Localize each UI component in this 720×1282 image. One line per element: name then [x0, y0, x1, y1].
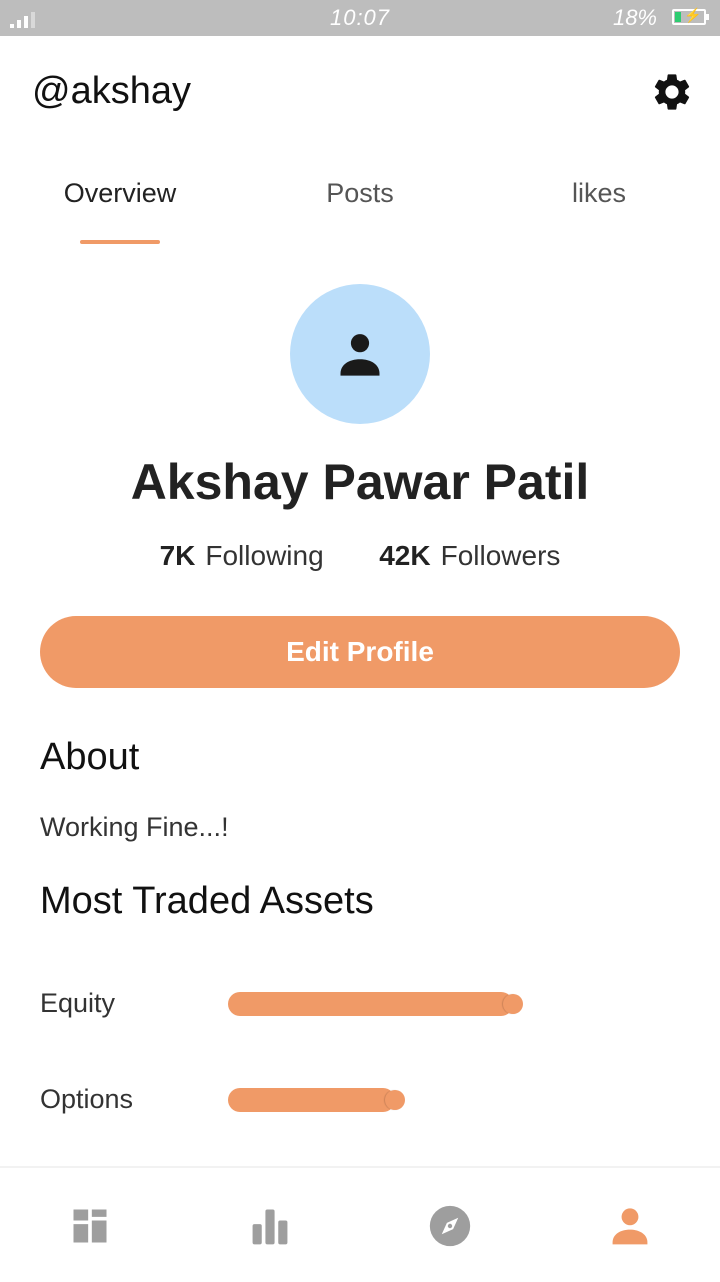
settings-button[interactable] [650, 70, 694, 114]
asset-bar-options [228, 1088, 395, 1112]
following-count: 7K [159, 540, 196, 571]
nav-profile[interactable] [608, 1204, 652, 1248]
tab-likes[interactable]: likes [519, 178, 679, 209]
followers-stat[interactable]: 42K Followers [379, 540, 560, 571]
nav-explore[interactable] [428, 1204, 472, 1248]
followers-count: 42K [379, 540, 431, 571]
asset-label-options: Options [40, 1084, 134, 1114]
status-bar: 10:07 18% ⚡ [0, 0, 720, 36]
asset-label-equity: Equity [40, 988, 116, 1018]
username-title: @akshay [32, 70, 191, 112]
followers-label: Followers [440, 540, 561, 571]
battery-percentage: 18% [612, 5, 657, 30]
asset-bar-knob-equity [503, 994, 523, 1014]
tab-posts[interactable]: Posts [280, 178, 440, 209]
assets-heading: Most Traded Assets [40, 880, 374, 922]
profile-name: Akshay Pawar Patil [130, 454, 590, 510]
about-heading: About [40, 736, 140, 778]
follow-stats: 7K Following 42K Followers [0, 540, 720, 572]
following-label: Following [205, 540, 324, 571]
nav-stats[interactable] [248, 1204, 292, 1248]
nav-dashboard[interactable] [68, 1204, 112, 1248]
about-text: Working Fine...! [40, 812, 229, 842]
asset-bar-knob-options [385, 1090, 405, 1110]
profile-tabs: Overview Posts likes [0, 170, 720, 250]
person-icon [340, 334, 380, 376]
compass-icon [429, 1205, 471, 1247]
bar-chart-icon [252, 1209, 288, 1245]
edit-profile-button[interactable]: Edit Profile [40, 616, 680, 688]
person-icon [612, 1208, 648, 1245]
gear-icon [654, 74, 690, 110]
battery-icon: ⚡ [672, 7, 709, 25]
dashboard-icon [73, 1209, 107, 1243]
tab-overview[interactable]: Overview [40, 178, 200, 209]
avatar[interactable] [290, 284, 430, 424]
active-tab-indicator [80, 240, 160, 244]
asset-bar-equity [228, 992, 513, 1016]
bottom-navigation [0, 1166, 720, 1282]
following-stat[interactable]: 7K Following [160, 540, 332, 571]
